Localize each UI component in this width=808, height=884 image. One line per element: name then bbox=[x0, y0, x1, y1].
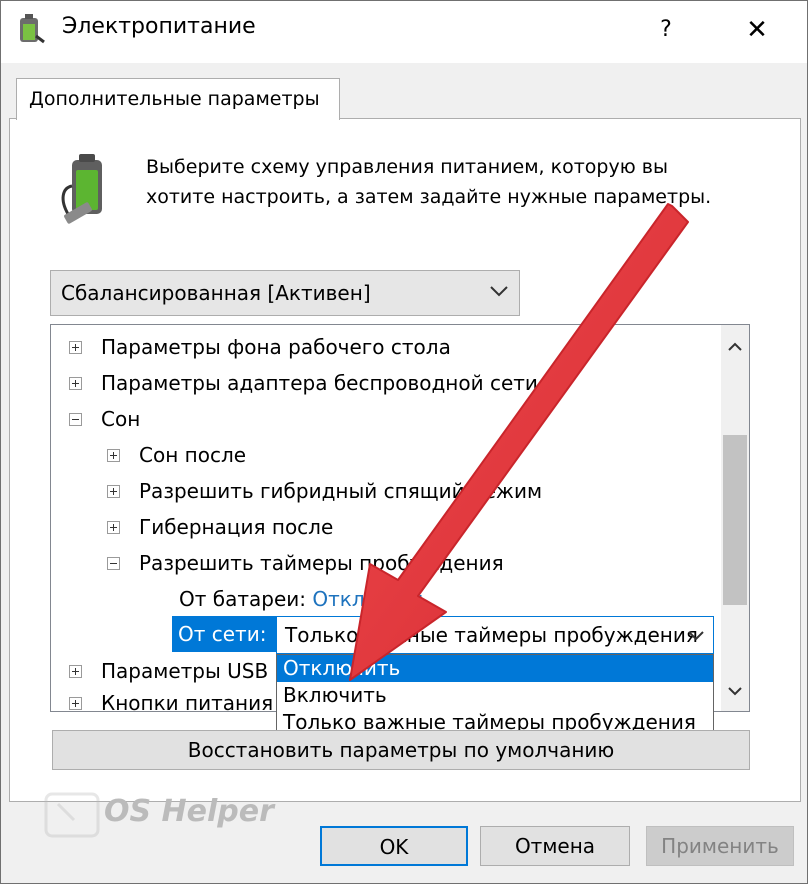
collapse-icon[interactable] bbox=[107, 557, 120, 570]
on-ac-label[interactable]: От сети: bbox=[172, 616, 278, 652]
apply-button: Применить bbox=[646, 826, 794, 866]
expand-icon[interactable] bbox=[69, 377, 82, 390]
power-scheme-select[interactable]: Сбалансированная [Активен] bbox=[50, 270, 520, 316]
collapse-icon[interactable] bbox=[69, 413, 82, 426]
on-battery-label: От батареи: bbox=[179, 587, 306, 611]
tab-advanced-settings[interactable]: Дополнительные параметры bbox=[16, 78, 340, 120]
dropdown-option-disable[interactable]: Отключить bbox=[277, 655, 713, 682]
power-plug-icon bbox=[20, 14, 45, 44]
tree-item-label: Параметры фона рабочего стола bbox=[101, 335, 451, 359]
tree-item-label: Разрешить таймеры пробуждения bbox=[139, 551, 504, 575]
expand-icon[interactable] bbox=[107, 485, 120, 498]
chevron-down-icon[interactable] bbox=[686, 626, 706, 646]
tree-item-label: Сон bbox=[101, 407, 141, 431]
expand-icon[interactable] bbox=[107, 521, 120, 534]
chevron-down-icon bbox=[490, 286, 508, 297]
description-line-2: хотите настроить, а затем задайте нужные… bbox=[146, 186, 712, 208]
on-ac-dropdown-list[interactable]: Отключить Включить Только важные таймеры… bbox=[276, 654, 714, 738]
help-button[interactable]: ? bbox=[642, 10, 690, 50]
expand-icon[interactable] bbox=[69, 341, 82, 354]
close-button[interactable]: ✕ bbox=[732, 10, 782, 50]
chevron-down-icon[interactable] bbox=[727, 683, 743, 699]
tree-item-label: Разрешить гибридный спящий режим bbox=[139, 479, 543, 503]
tree-item-label: Параметры адаптера беспроводной сети bbox=[101, 371, 538, 395]
tree-item-label: Гибернация после bbox=[139, 515, 334, 539]
battery-plug-icon bbox=[61, 154, 102, 224]
expand-icon[interactable] bbox=[107, 449, 120, 462]
expand-icon[interactable] bbox=[69, 665, 82, 678]
tree-item-on-battery[interactable]: От батареи: Отключить bbox=[179, 581, 430, 617]
watermark-text: OS Helper bbox=[104, 794, 274, 829]
description-text: Выберите схему управления питанием, кото… bbox=[146, 152, 766, 212]
tree-item-label: Сон после bbox=[139, 443, 247, 467]
cancel-button[interactable]: Отмена bbox=[480, 826, 630, 866]
description-line-1: Выберите схему управления питанием, кото… bbox=[146, 156, 668, 178]
expand-icon[interactable] bbox=[69, 697, 82, 710]
on-ac-combobox[interactable]: Только важные таймеры пробуждения bbox=[276, 616, 714, 654]
restore-defaults-button[interactable]: Восстановить параметры по умолчанию bbox=[52, 730, 750, 770]
scrollbar-thumb[interactable] bbox=[723, 435, 747, 605]
on-battery-value-link[interactable]: Отключить bbox=[312, 587, 429, 611]
chevron-up-icon[interactable] bbox=[727, 339, 743, 355]
window-title: Электропитание bbox=[62, 14, 256, 39]
dropdown-option-enable[interactable]: Включить bbox=[277, 682, 713, 709]
tree-item-label: Параметры USB bbox=[101, 659, 269, 683]
ok-button[interactable]: OK bbox=[320, 826, 468, 866]
